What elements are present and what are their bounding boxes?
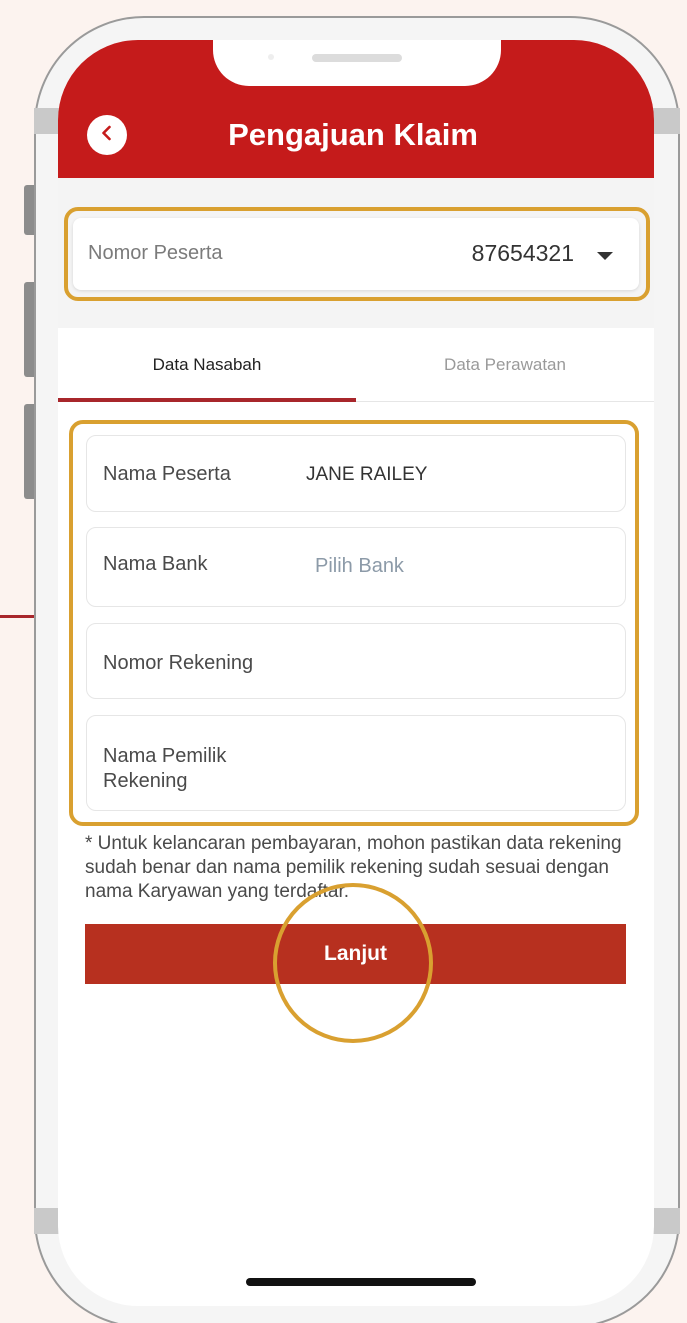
page-title: Pengajuan Klaim (228, 117, 478, 152)
stage: Pengajuan Klaim Nomor Peserta 87654321 D… (0, 0, 687, 1323)
phone-screen: Pengajuan Klaim Nomor Peserta 87654321 D… (58, 40, 654, 1306)
phone-notch (213, 40, 501, 86)
next-button-highlight-circle (273, 883, 433, 1043)
camera-dot (268, 54, 274, 60)
app-header: Pengajuan Klaim (58, 40, 654, 178)
phone-volume-down-button (24, 404, 34, 499)
phone-silent-switch (24, 185, 34, 235)
tab-bar: Data Nasabah Data Perawatan (58, 328, 654, 402)
home-indicator (246, 1278, 476, 1286)
decorative-line (0, 615, 36, 618)
active-tab-indicator (58, 398, 356, 402)
speaker-grille (312, 54, 402, 62)
form-highlight-box (69, 420, 639, 826)
participant-highlight-box (64, 207, 650, 301)
tab-data-perawatan[interactable]: Data Perawatan (356, 328, 654, 402)
phone-volume-up-button (24, 282, 34, 377)
tab-data-nasabah[interactable]: Data Nasabah (58, 328, 356, 402)
